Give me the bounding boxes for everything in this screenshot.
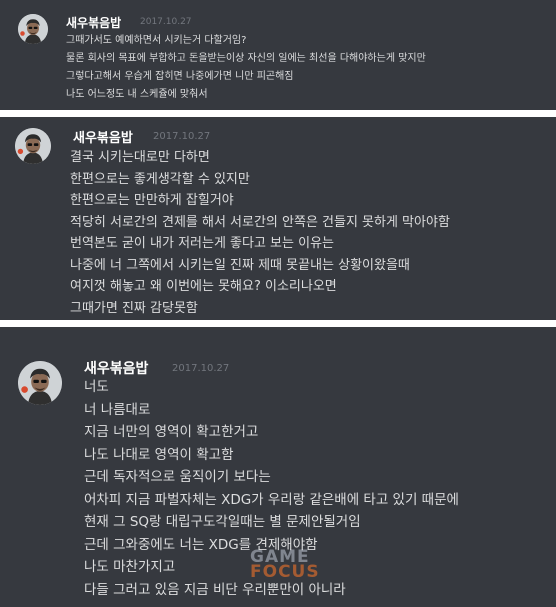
message-body: 그때가서도 예예하면서 시키는거 다할거임? 물론 회사의 목표에 부합하고 돈…: [66, 32, 426, 104]
message-line: 어차피 지금 파벌자체는 XDG가 우리랑 같은배에 타고 있기 때문에: [84, 491, 459, 508]
user-avatar-icon[interactable]: [18, 14, 48, 44]
message-body: 결국 시키는대로만 다하면 한편으로는 좋게생각할 수 있지만 한편으로는 만만…: [70, 147, 450, 319]
message-line: 나도 어느정도 내 스케쥴에 맞춰서: [66, 89, 208, 100]
message-author[interactable]: 새우볶음밥: [66, 14, 121, 31]
message-author[interactable]: 새우볶음밥: [73, 127, 133, 146]
message-timestamp: 2017.10.27: [140, 17, 192, 27]
message-timestamp: 2017.10.27: [153, 131, 211, 142]
message-line: 나중에 너 그쪽에서 시키는일 진짜 제때 못끝내는 상황이왔을때: [70, 257, 410, 273]
message-line: 번역본도 굳이 내가 저러는게 좋다고 보는 이유는: [70, 236, 334, 251]
watermark-line: FOCUS: [250, 562, 320, 582]
message-line: 너 나름대로: [84, 401, 151, 418]
user-avatar-icon[interactable]: [18, 361, 62, 405]
message-line: 결국 시키는대로만 다하면: [70, 150, 210, 165]
message-line: 여지껏 해놓고 왜 이번에는 못해요? 이소리나오면: [70, 279, 337, 294]
message-line: 한편으로는 좋게생각할 수 있지만: [70, 171, 250, 187]
message-line: 그때가면 진짜 감당못함: [70, 300, 198, 316]
message-line: 적당히 서로간의 견제를 해서 서로간의 안쪽은 건들지 못하게 막아야함: [70, 214, 450, 230]
message-author[interactable]: 새우볶음밥: [84, 358, 148, 378]
message-timestamp: 2017.10.27: [172, 363, 230, 374]
message-line: 나도 나대로 영역이 확고함: [84, 446, 234, 463]
watermark-logo: GAME FOCUS: [250, 549, 320, 582]
message-line: 너도: [84, 379, 109, 395]
message-line: 그렇다고해서 우습게 잡히면 나중에가면 니만 피곤해짐: [66, 71, 294, 82]
message-line: 물론 회사의 목표에 부합하고 돈을받는이상 자신의 일에는 최선을 다해야하는…: [66, 53, 426, 64]
message-line: 근데 독자적으로 움직이기 보다는: [84, 469, 271, 485]
chat-screenshot-panel-2: 새우볶음밥 2017.10.27 결국 시키는대로만 다하면 한편으로는 좋게생…: [0, 117, 556, 320]
message-line: 현재 그 SQ랑 대립구도각일때는 별 문제안될거임: [84, 514, 361, 530]
message-line: 그때가서도 예예하면서 시키는거 다할거임?: [66, 35, 247, 46]
message-line: 지금 너만의 영역이 확고한거고: [84, 424, 259, 440]
message-line: 한편으로는 만만하게 잡힐거야: [70, 193, 234, 208]
chat-screenshot-panel-1: 새우볶음밥 2017.10.27 그때가서도 예예하면서 시키는거 다할거임? …: [0, 0, 556, 110]
user-avatar-icon[interactable]: [15, 128, 51, 164]
